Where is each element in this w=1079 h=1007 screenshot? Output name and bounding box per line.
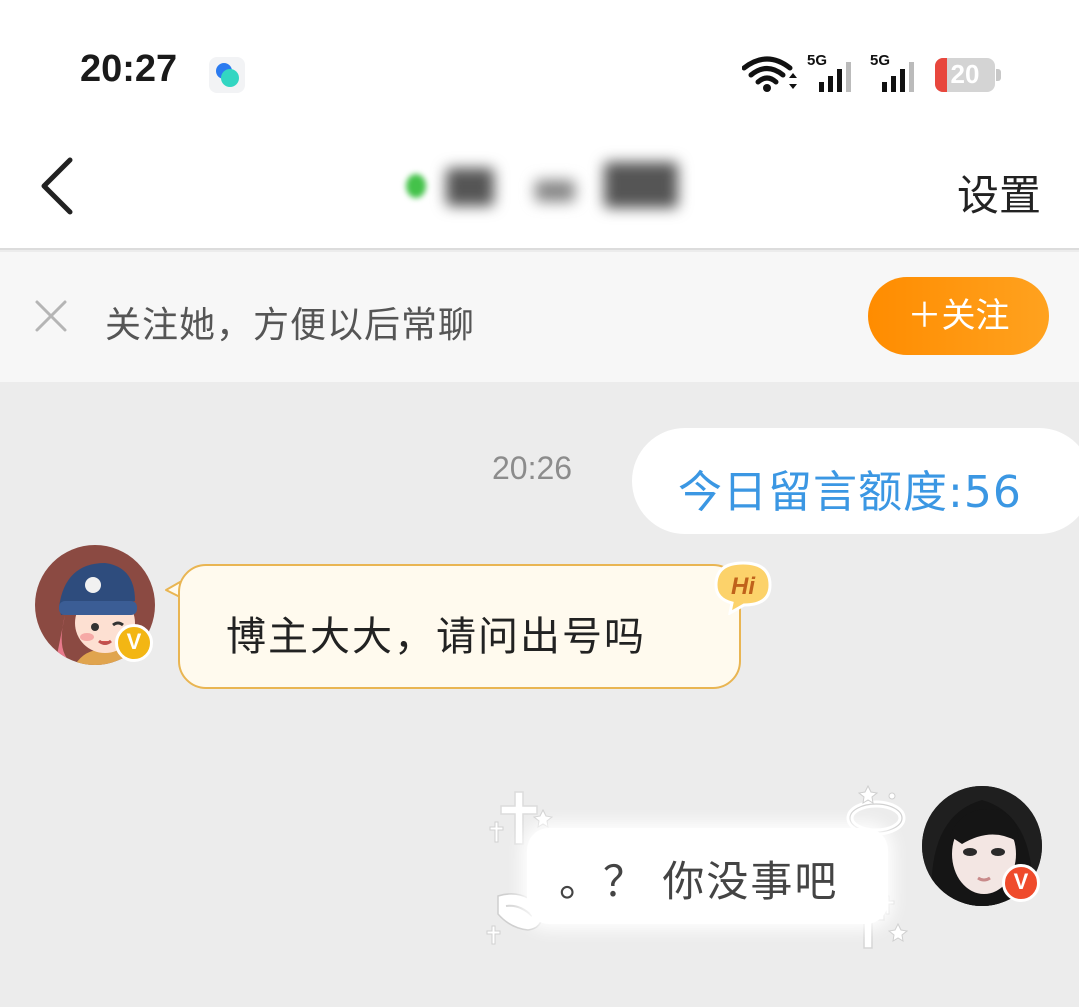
- follow-button[interactable]: ＋关注: [868, 277, 1049, 355]
- incoming-message-text: 博主大大，请问出号吗: [226, 614, 646, 660]
- hi-sticker-icon: Hi: [714, 561, 772, 615]
- verified-badge-icon: V: [1002, 864, 1040, 902]
- message-timestamp: 20:26: [492, 450, 573, 486]
- quota-notice-text: 今日留言额度:56: [678, 467, 1022, 518]
- status-time: 20:27: [80, 48, 178, 90]
- quota-notice-bubble: 今日留言额度:56: [632, 428, 1079, 534]
- hi-sticker-label: Hi: [731, 573, 756, 600]
- battery-icon: 20: [935, 58, 1001, 92]
- conversation-title-blurred: [400, 154, 690, 220]
- follow-prompt-text: 关注她，方便以后常聊: [105, 305, 476, 346]
- outgoing-message-bubble[interactable]: 。？ 你没事吧: [527, 828, 888, 924]
- status-bar: 20:27 5G 5G 20: [0, 0, 1079, 130]
- incoming-message-bubble[interactable]: 博主大大，请问出号吗: [178, 564, 741, 689]
- settings-button[interactable]: 设置: [957, 162, 1041, 223]
- app-notification-icon: [209, 57, 245, 93]
- verified-badge-icon: V: [115, 624, 153, 662]
- outgoing-message-text: 。？ 你没事吧: [559, 857, 839, 906]
- wifi-icon: [742, 56, 797, 92]
- cellular-signal-icon: 5G: [807, 52, 857, 94]
- cellular-signal-icon: 5G: [870, 52, 920, 94]
- nav-bar: 设置: [0, 130, 1079, 250]
- battery-level: 20: [950, 59, 980, 89]
- close-icon[interactable]: [34, 299, 68, 333]
- chevron-left-icon[interactable]: [36, 154, 80, 218]
- follow-prompt-bar: 关注她，方便以后常聊 ＋关注: [0, 252, 1079, 382]
